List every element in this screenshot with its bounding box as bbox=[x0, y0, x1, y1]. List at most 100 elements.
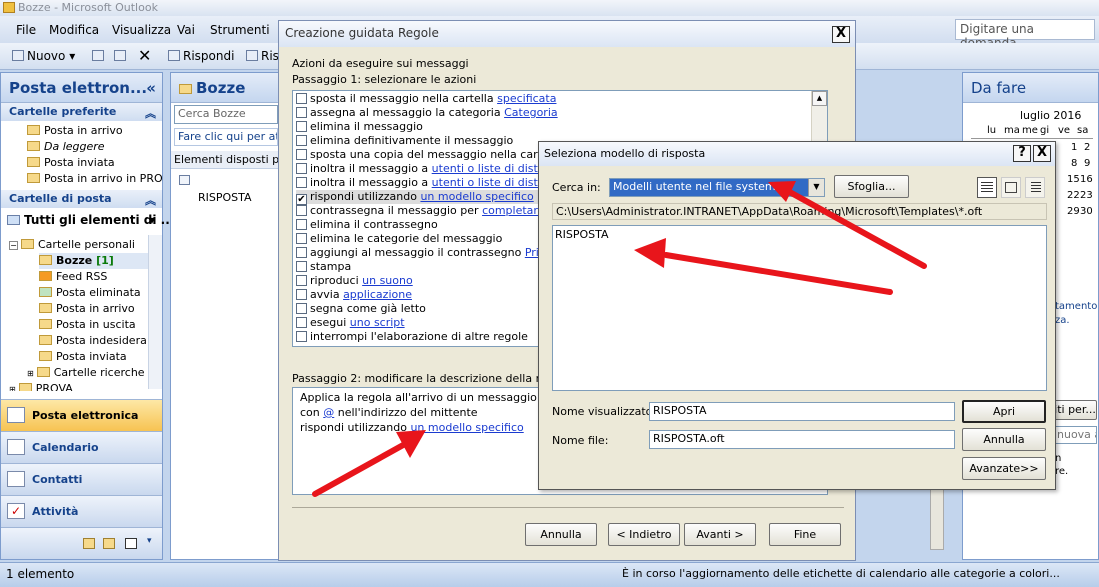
action-row[interactable]: aggiungi al messaggio il contrassegno Pr… bbox=[296, 246, 564, 260]
checkbox[interactable] bbox=[296, 261, 307, 272]
delete-icon[interactable]: ✕ bbox=[138, 46, 151, 65]
day-8[interactable]: 8 bbox=[1071, 158, 1077, 169]
action-row[interactable]: stampa bbox=[296, 260, 351, 274]
folder-outbox[interactable]: Posta in uscita bbox=[39, 317, 136, 333]
scroll-up-icon[interactable]: ▲ bbox=[812, 91, 827, 106]
action-row[interactable]: elimina le categorie del messaggio bbox=[296, 232, 502, 246]
mail-folders-header[interactable]: Cartelle di posta ︽ bbox=[1, 190, 162, 208]
template-cancel-button[interactable]: Annulla bbox=[962, 428, 1046, 451]
action-link[interactable]: Categoria bbox=[504, 106, 558, 119]
action-row[interactable]: interrompi l'elaborazione di altre regol… bbox=[296, 330, 528, 344]
checkbox[interactable] bbox=[296, 149, 307, 160]
checkbox[interactable] bbox=[296, 107, 307, 118]
action-link[interactable]: specificata bbox=[497, 92, 556, 105]
checkbox[interactable] bbox=[296, 219, 307, 230]
wizard-close-button[interactable]: X bbox=[832, 26, 850, 43]
wizard-back-button[interactable]: < Indietro bbox=[608, 523, 680, 546]
day-2[interactable]: 2 bbox=[1084, 142, 1090, 153]
folder-junk[interactable]: Posta indesiderata bbox=[39, 333, 147, 349]
template-file-list[interactable] bbox=[552, 225, 1047, 391]
folder-list-icon[interactable] bbox=[103, 538, 115, 549]
action-row[interactable]: elimina il messaggio bbox=[296, 120, 423, 134]
shortcuts-icon[interactable] bbox=[125, 538, 137, 549]
checkbox[interactable] bbox=[296, 205, 307, 216]
action-row[interactable]: ✔ rispondi utilizzando un modello specifi… bbox=[296, 190, 538, 205]
action-link[interactable]: un suono bbox=[362, 274, 413, 287]
notes-icon[interactable] bbox=[83, 538, 95, 549]
day-30[interactable]: 30 bbox=[1080, 206, 1093, 217]
menu-vai[interactable]: Vai bbox=[177, 23, 195, 37]
file-name-field[interactable]: RISPOSTA.oft bbox=[649, 430, 955, 449]
action-row[interactable]: riproduci un suono bbox=[296, 274, 413, 288]
print-icon[interactable] bbox=[92, 49, 107, 63]
new-button[interactable]: Nuovo ▾ bbox=[12, 49, 75, 63]
checkbox[interactable] bbox=[296, 331, 307, 342]
wizard-cancel-button[interactable]: Annulla bbox=[525, 523, 597, 546]
day-22[interactable]: 22 bbox=[1067, 190, 1080, 201]
advanced-button[interactable]: Avanzate>> bbox=[962, 457, 1046, 480]
action-row[interactable]: esegui uno script bbox=[296, 316, 405, 330]
wizard-finish-button[interactable]: Fine bbox=[769, 523, 841, 546]
action-row[interactable]: elimina definitivamente il messaggio bbox=[296, 134, 513, 148]
action-row[interactable]: segna come già letto bbox=[296, 302, 426, 316]
checkbox[interactable] bbox=[296, 317, 307, 328]
configure-buttons-icon[interactable]: ▾ bbox=[147, 536, 152, 546]
template-dialog-close-button[interactable]: X bbox=[1033, 145, 1051, 162]
collapse-tree-icon[interactable]: − bbox=[9, 241, 18, 250]
day-23[interactable]: 23 bbox=[1080, 190, 1093, 201]
action-row[interactable]: elimina il contrassegno bbox=[296, 218, 438, 232]
day-16[interactable]: 16 bbox=[1080, 174, 1093, 185]
action-row[interactable]: sposta il messaggio nella cartella speci… bbox=[296, 92, 556, 106]
template-file-item[interactable]: RISPOSTA bbox=[555, 228, 609, 241]
menu-file[interactable]: File bbox=[16, 23, 36, 37]
checkbox[interactable] bbox=[296, 275, 307, 286]
menu-visualizza[interactable]: Visualizza bbox=[112, 23, 171, 37]
checkbox[interactable] bbox=[296, 93, 307, 104]
wizard-next-button[interactable]: Avanti > bbox=[684, 523, 756, 546]
new-task-field[interactable]: nuova at... bbox=[1053, 426, 1097, 444]
favorite-sent[interactable]: Posta inviata bbox=[27, 155, 115, 171]
arranged-by-header[interactable]: Elementi disposti per bbox=[171, 151, 279, 169]
arrange-by-button[interactable]: iti per... bbox=[1053, 400, 1097, 420]
quick-entry-field[interactable]: Fare clic qui per atti bbox=[174, 128, 278, 146]
action-link[interactable]: uno script bbox=[350, 316, 405, 329]
checkbox[interactable] bbox=[296, 247, 307, 258]
nav-button-calendar[interactable]: Calendario bbox=[1, 431, 162, 463]
reply-button[interactable]: Rispondi bbox=[168, 49, 234, 63]
view-tree-icon[interactable] bbox=[1025, 177, 1045, 198]
nav-button-contacts[interactable]: Contatti bbox=[1, 463, 162, 495]
checkbox[interactable] bbox=[296, 163, 307, 174]
move-icon[interactable] bbox=[114, 49, 129, 63]
favorite-inbox[interactable]: Posta in arrivo bbox=[27, 123, 123, 139]
folder-sent[interactable]: Posta inviata bbox=[39, 349, 127, 365]
folder-scrollbar[interactable] bbox=[148, 235, 162, 389]
display-name-field[interactable]: RISPOSTA bbox=[649, 402, 955, 421]
action-row[interactable]: assegna al messaggio la categoria Catego… bbox=[296, 106, 558, 120]
action-row[interactable]: avvia applicazione bbox=[296, 288, 412, 302]
browse-button[interactable]: Sfoglia... bbox=[834, 175, 909, 198]
chevron-up-icon[interactable]: ︽ bbox=[145, 192, 156, 208]
personal-folders[interactable]: − Cartelle personali bbox=[9, 237, 135, 253]
template-link[interactable]: un modello specifico bbox=[410, 421, 523, 434]
checkbox[interactable] bbox=[296, 303, 307, 314]
dropdown-arrow-icon[interactable]: ▼ bbox=[808, 179, 824, 196]
collapse-icon[interactable]: « bbox=[146, 79, 156, 97]
checkbox[interactable] bbox=[296, 233, 307, 244]
dropdown-arrow-icon[interactable]: ▾ bbox=[149, 212, 155, 228]
chevron-up-icon[interactable]: ︽ bbox=[145, 105, 156, 121]
menu-modifica[interactable]: Modifica bbox=[49, 23, 99, 37]
action-link[interactable]: un modello specifico bbox=[420, 190, 533, 203]
open-button[interactable]: Apri bbox=[962, 400, 1046, 423]
favorite-inbox-prova[interactable]: Posta in arrivo in PROVA bbox=[27, 171, 162, 187]
all-items-dropdown[interactable]: Tutti gli elementi di ... ▾ bbox=[7, 212, 174, 230]
folder-inbox[interactable]: Posta in arrivo bbox=[39, 301, 135, 317]
view-details-icon[interactable] bbox=[1001, 177, 1021, 198]
day-1[interactable]: 1 bbox=[1071, 142, 1077, 153]
view-list-icon[interactable] bbox=[977, 177, 997, 198]
checkbox[interactable] bbox=[296, 177, 307, 188]
draft-item-subject[interactable]: RISPOSTA bbox=[198, 191, 252, 204]
folder-deleted[interactable]: Posta eliminata bbox=[39, 285, 141, 301]
day-15[interactable]: 15 bbox=[1067, 174, 1080, 185]
folder-search[interactable]: ⊞ Cartelle ricerche bbox=[27, 365, 147, 381]
folder-prova[interactable]: ⊞ PROVA bbox=[9, 381, 73, 391]
